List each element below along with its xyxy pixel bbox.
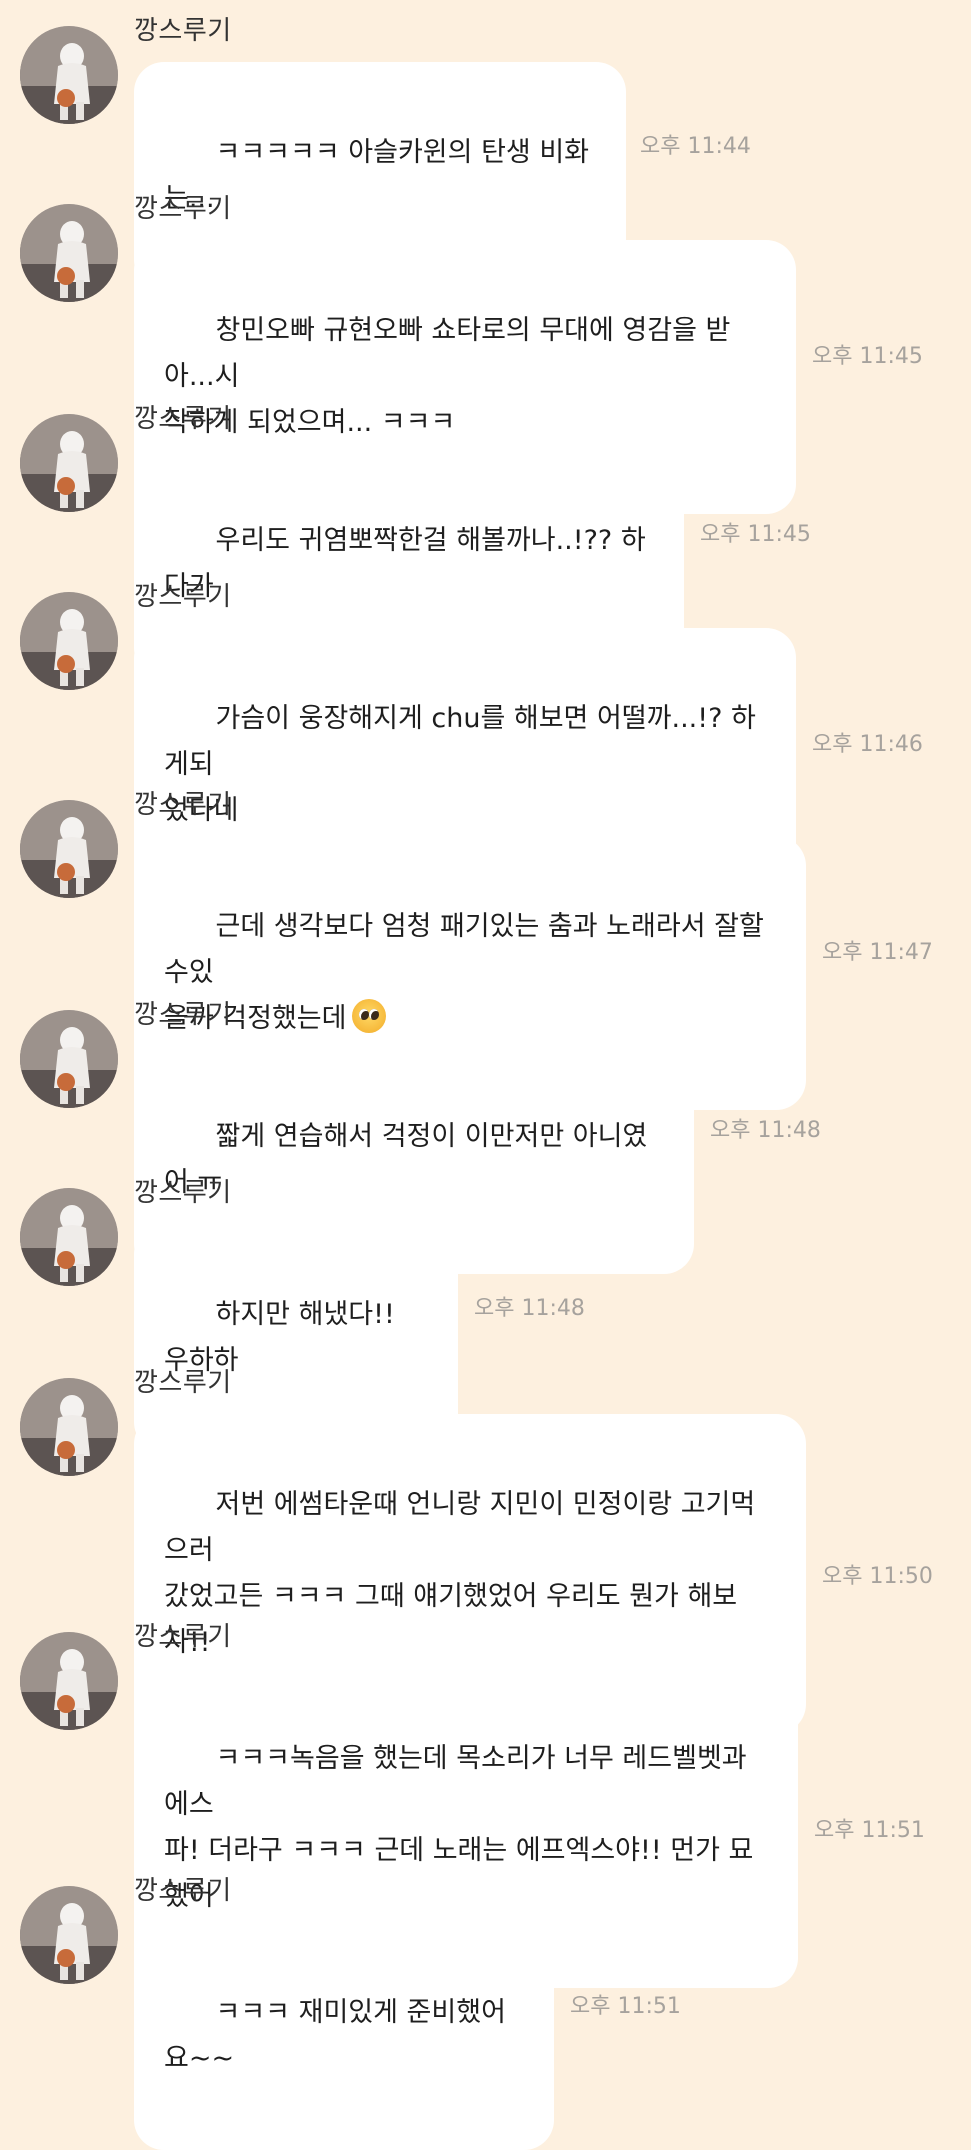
chat-log: 깡스루기 ㅋㅋㅋㅋㅋ 아슬카윈의 탄생 비화는... 오후 11:44 깡스루기… <box>0 0 971 2150</box>
message-time: 오후 11:48 <box>474 1296 585 1321</box>
message-text: ㅋㅋㅋ 재미있게 준비했어요~~ <box>164 1997 506 2074</box>
avatar-figure-icon <box>20 1632 118 1730</box>
message-time: 오후 11:48 <box>710 1118 821 1143</box>
message-text: 우리도 귀염뽀짝한걸 해볼까나..!?? 하다가 <box>164 525 646 602</box>
sender-name: 깡스루기 <box>134 194 232 224</box>
message-time: 오후 11:50 <box>822 1564 933 1589</box>
message-text: ㅋㅋㅋ녹음을 했는데 목소리가 너무 레드벨벳과 에스 파! 더라구 ㅋㅋㅋ 근… <box>164 1743 754 1912</box>
message-text: 가슴이 웅장해지게 chu를 해보면 어떨까...!? 하게되 었다네 <box>164 703 756 826</box>
sender-name: 깡스루기 <box>134 16 232 46</box>
avatar-figure-icon <box>20 1886 118 1984</box>
avatar[interactable] <box>20 26 118 124</box>
sender-name: 깡스루기 <box>134 1178 232 1208</box>
avatar-figure-icon <box>20 1188 118 1286</box>
message-text: 저번 에썸타운때 언니랑 지민이 민정이랑 고기먹으러 갔었고든 ㅋㅋㅋ 그때 … <box>164 1489 756 1658</box>
avatar[interactable] <box>20 204 118 302</box>
avatar-figure-icon <box>20 592 118 690</box>
message-bubble[interactable]: ㅋㅋㅋ 재미있게 준비했어요~~ <box>134 1922 554 2150</box>
message-time: 오후 11:51 <box>814 1818 925 1843</box>
message-time: 오후 11:46 <box>812 732 923 757</box>
sender-name: 깡스루기 <box>134 1368 232 1398</box>
pleading-face-emoji-icon <box>352 999 387 1033</box>
message-text: 창민오빠 규현오빠 쇼타로의 무대에 영감을 받아...시 작하게 되었으며..… <box>164 315 731 438</box>
avatar[interactable] <box>20 1886 118 1984</box>
message-time: 오후 11:45 <box>812 344 923 369</box>
avatar[interactable] <box>20 592 118 690</box>
avatar-figure-icon <box>20 204 118 302</box>
sender-name: 깡스루기 <box>134 404 232 434</box>
message-time: 오후 11:45 <box>700 522 811 547</box>
avatar[interactable] <box>20 1010 118 1108</box>
message-time: 오후 11:51 <box>570 1994 681 2019</box>
avatar[interactable] <box>20 1188 118 1286</box>
avatar[interactable] <box>20 1632 118 1730</box>
avatar-figure-icon <box>20 26 118 124</box>
sender-name: 깡스루기 <box>134 790 232 820</box>
avatar[interactable] <box>20 800 118 898</box>
message-text: 하지만 해냈다!! 우하하 <box>164 1299 404 1376</box>
sender-name: 깡스루기 <box>134 1876 232 1906</box>
avatar[interactable] <box>20 1378 118 1476</box>
sender-name: 깡스루기 <box>134 1000 232 1030</box>
message-time: 오후 11:44 <box>640 134 751 159</box>
message-text: 짧게 연습해서 걱정이 이만저만 아니였어 ㅠ <box>164 1121 648 1198</box>
message-text: 근데 생각보다 엄청 패기있는 춤과 노래라서 잘할수있 을까 걱정했는데 <box>164 911 764 1034</box>
avatar-figure-icon <box>20 800 118 898</box>
sender-name: 깡스루기 <box>134 582 232 612</box>
avatar-figure-icon <box>20 414 118 512</box>
avatar-figure-icon <box>20 1010 118 1108</box>
message-time: 오후 11:47 <box>822 940 933 965</box>
sender-name: 깡스루기 <box>134 1622 232 1652</box>
avatar[interactable] <box>20 414 118 512</box>
avatar-figure-icon <box>20 1378 118 1476</box>
